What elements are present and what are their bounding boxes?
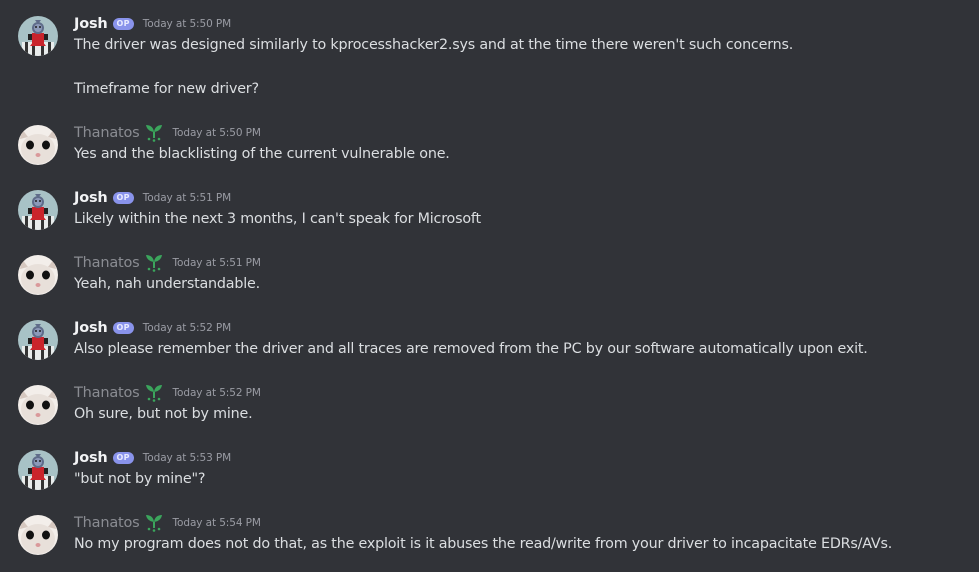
op-badge: OP — [112, 192, 134, 204]
message-text: Also please remember the driver and all … — [74, 341, 868, 357]
cat-avatar-icon[interactable] — [18, 515, 58, 555]
op-badge: OP — [112, 452, 134, 464]
timestamp[interactable]: Today at 5:54 PM — [173, 517, 261, 529]
message-text: The driver was designed similarly to kpr… — [74, 37, 794, 53]
chat-message-list: Josh OP Today at 5:50 PM The driver was … — [0, 0, 979, 572]
green-sprout-icon[interactable] — [144, 254, 164, 272]
message-text: Timeframe for new driver? — [74, 81, 259, 97]
message-text: Yes and the blacklisting of the current … — [74, 146, 450, 162]
timestamp[interactable]: Today at 5:52 PM — [143, 322, 231, 334]
message-text: Likely within the next 3 months, I can't… — [74, 211, 481, 227]
message-text: Oh sure, but not by mine. — [74, 406, 253, 422]
username[interactable]: Josh — [74, 450, 108, 466]
timestamp[interactable]: Today at 5:51 PM — [143, 192, 231, 204]
username[interactable]: Thanatos — [74, 125, 140, 141]
username[interactable]: Thanatos — [74, 255, 140, 271]
message-text: Yeah, nah understandable. — [74, 276, 260, 292]
username[interactable]: Josh — [74, 320, 108, 336]
timestamp[interactable]: Today at 5:53 PM — [143, 452, 231, 464]
timestamp[interactable]: Today at 5:50 PM — [173, 127, 261, 139]
username[interactable]: Josh — [74, 190, 108, 206]
username[interactable]: Josh — [74, 16, 108, 32]
op-badge: OP — [112, 322, 134, 334]
red-creature-avatar-icon[interactable] — [18, 450, 58, 490]
message-text: No my program does not do that, as the e… — [74, 536, 893, 552]
op-badge: OP — [112, 18, 134, 30]
cat-avatar-icon[interactable] — [18, 125, 58, 165]
timestamp[interactable]: Today at 5:52 PM — [173, 387, 261, 399]
red-creature-avatar-icon[interactable] — [18, 190, 58, 230]
green-sprout-icon[interactable] — [144, 514, 164, 532]
username[interactable]: Thanatos — [74, 515, 140, 531]
green-sprout-icon[interactable] — [144, 124, 164, 142]
green-sprout-icon[interactable] — [144, 384, 164, 402]
red-creature-avatar-icon[interactable] — [18, 16, 58, 56]
timestamp[interactable]: Today at 5:50 PM — [143, 18, 231, 30]
username[interactable]: Thanatos — [74, 385, 140, 401]
cat-avatar-icon[interactable] — [18, 255, 58, 295]
red-creature-avatar-icon[interactable] — [18, 320, 58, 360]
message-text: "but not by mine"? — [74, 471, 206, 487]
timestamp[interactable]: Today at 5:51 PM — [173, 257, 261, 269]
cat-avatar-icon[interactable] — [18, 385, 58, 425]
